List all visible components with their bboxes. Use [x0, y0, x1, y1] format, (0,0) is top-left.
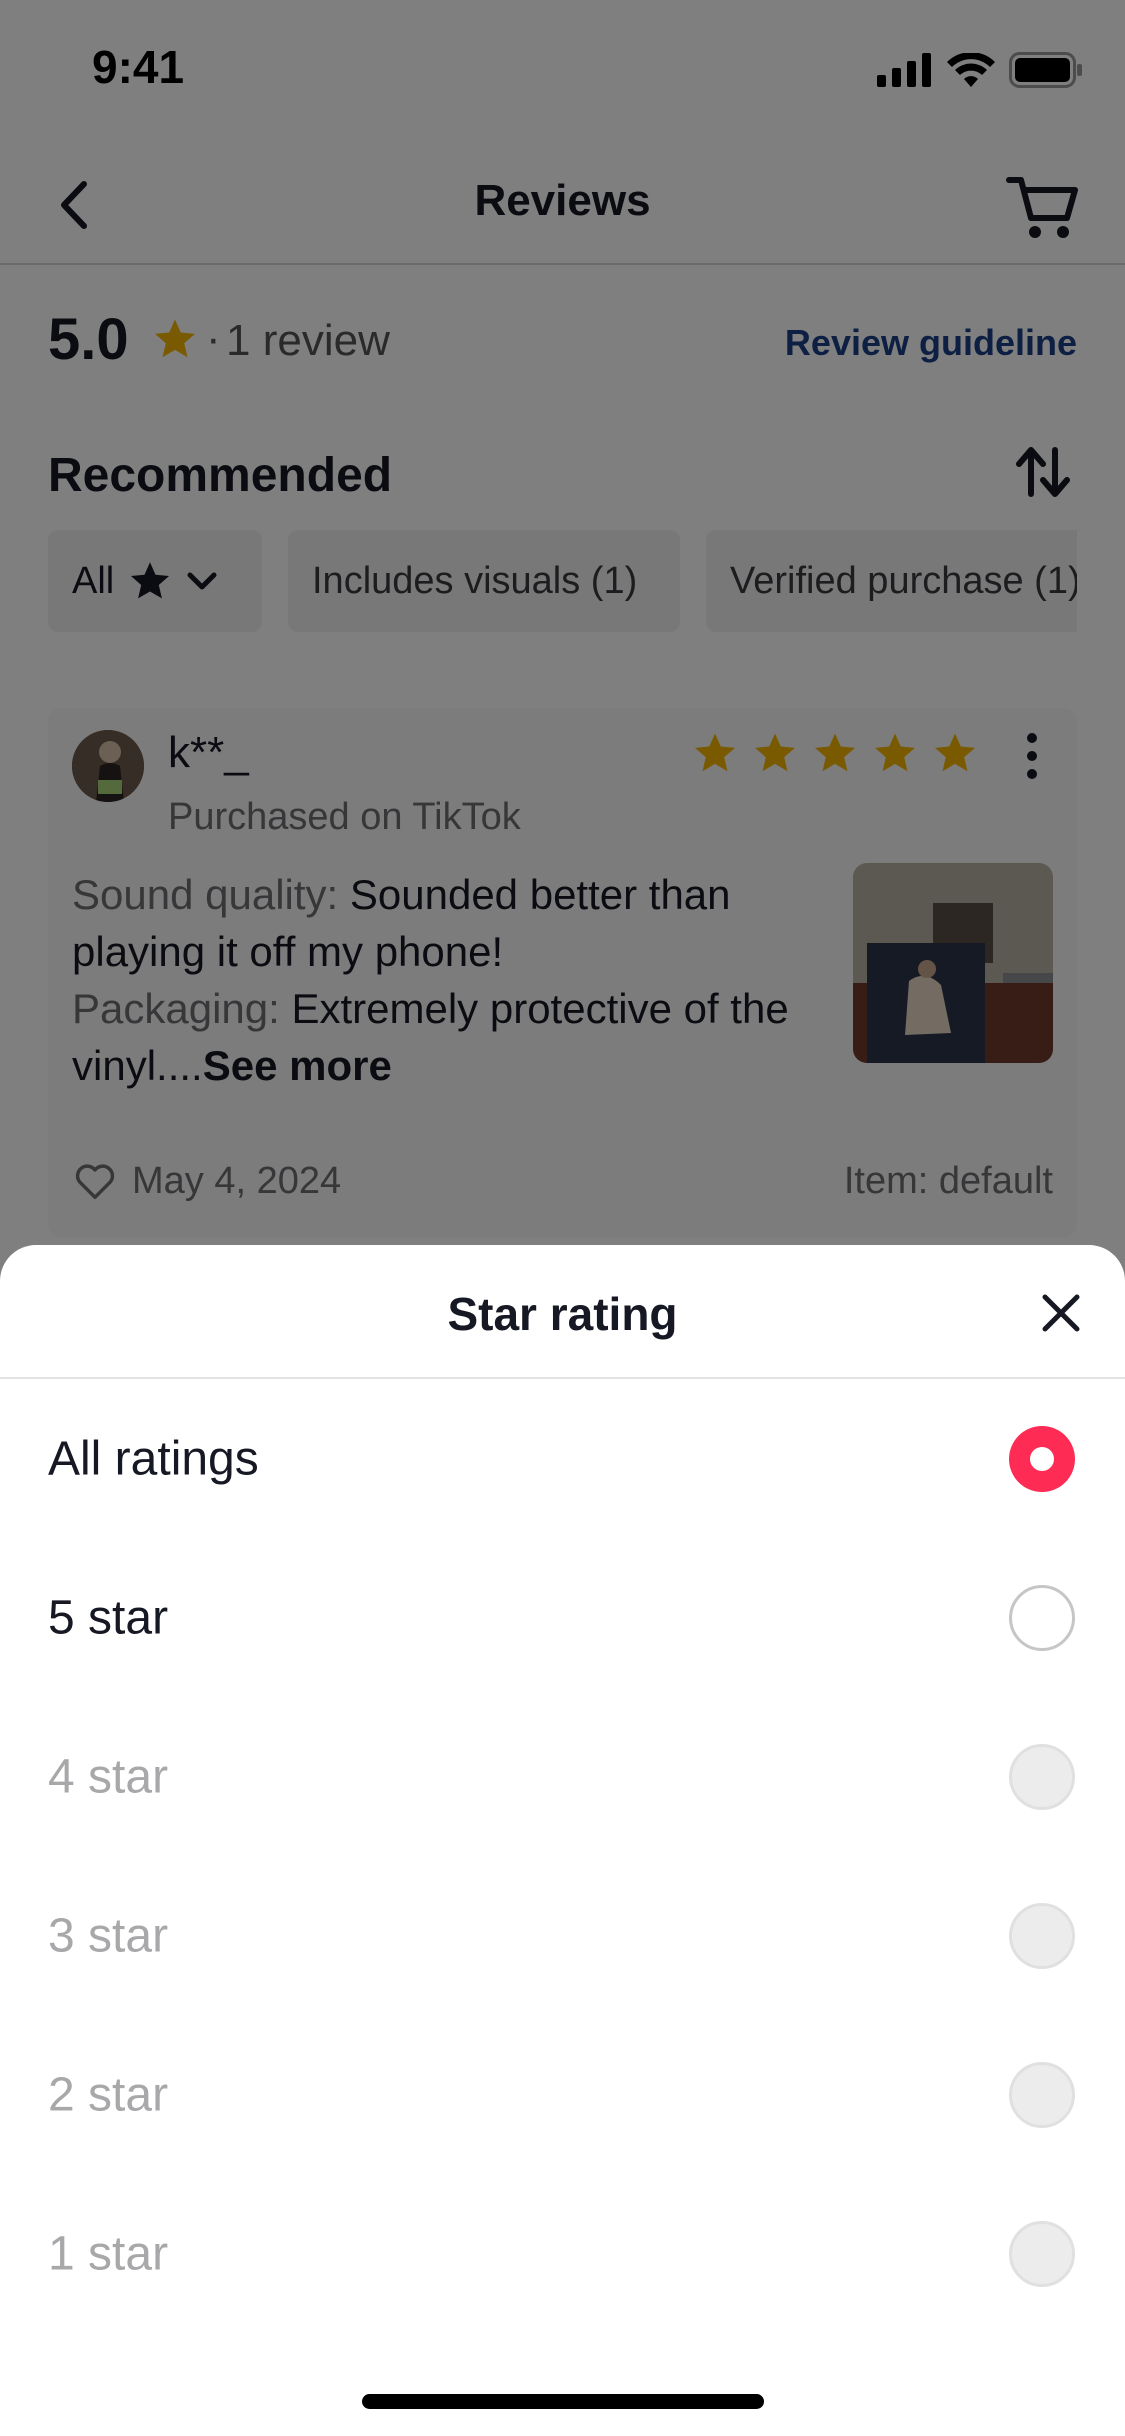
reviews-page: 9:41 Reviews	[0, 0, 1125, 2436]
radio-button[interactable]	[1009, 1425, 1075, 1492]
sheet-title: Star rating	[447, 1288, 678, 1340]
radio-button	[1009, 2061, 1075, 2128]
close-icon[interactable]	[1031, 1283, 1091, 1343]
radio-button[interactable]	[1009, 1584, 1075, 1651]
rating-option-3-star: 3 star	[0, 1856, 1125, 2015]
rating-option-5-star[interactable]: 5 star	[0, 1538, 1125, 1697]
option-label: All ratings	[48, 1432, 259, 1485]
home-indicator	[362, 2394, 764, 2409]
option-label: 5 star	[48, 1591, 169, 1644]
rating-option-all[interactable]: All ratings	[0, 1379, 1125, 1538]
star-rating-sheet: Star rating All ratings 5 star 4 star 3 …	[0, 1245, 1125, 2436]
radio-button	[1009, 1902, 1075, 1969]
option-label: 3 star	[48, 1909, 169, 1962]
rating-option-4-star: 4 star	[0, 1697, 1125, 1856]
rating-option-1-star: 1 star	[0, 2174, 1125, 2333]
radio-button	[1009, 1743, 1075, 1810]
sheet-header: Star rating	[0, 1245, 1125, 1379]
radio-button	[1009, 2220, 1075, 2287]
option-label: 1 star	[48, 2227, 169, 2280]
option-label: 4 star	[48, 1750, 169, 1803]
rating-option-2-star: 2 star	[0, 2015, 1125, 2174]
option-label: 2 star	[48, 2068, 169, 2121]
